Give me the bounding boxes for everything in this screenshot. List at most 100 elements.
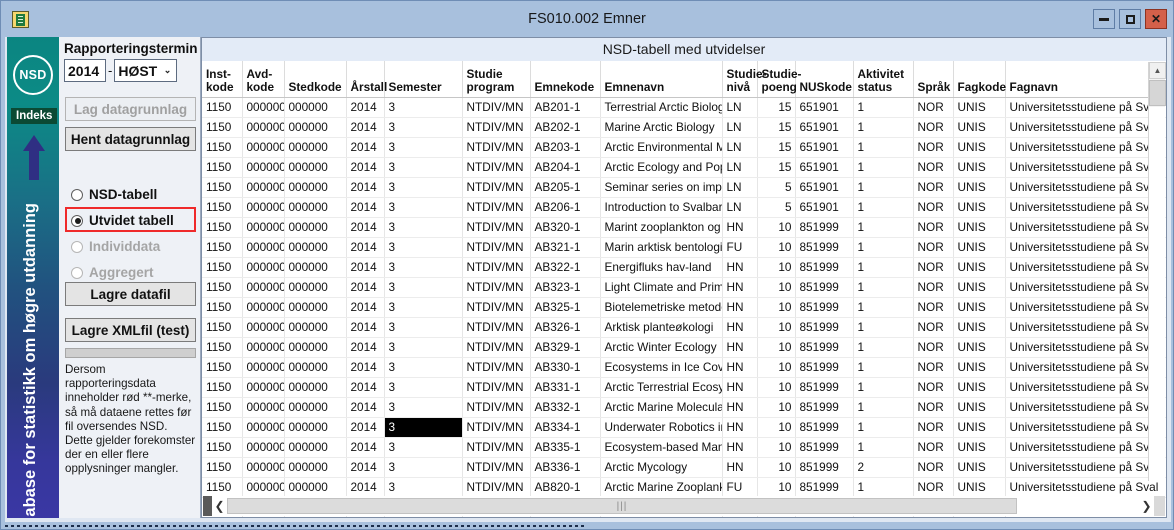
table-cell[interactable]: UNIS <box>953 457 1006 478</box>
table-cell[interactable]: 000000 <box>284 217 347 238</box>
table-cell[interactable]: AB206-1 <box>530 197 601 218</box>
table-cell[interactable]: 000000 <box>284 477 347 498</box>
table-cell[interactable]: 3 <box>384 137 463 158</box>
table-cell[interactable]: HN <box>722 457 758 478</box>
table-cell[interactable]: 2014 <box>346 237 385 258</box>
table-cell[interactable]: NTDIV/MN <box>462 277 531 298</box>
table-cell[interactable]: 000000 <box>284 237 347 258</box>
table-cell[interactable]: 000000 <box>284 157 347 178</box>
table-cell[interactable]: HN <box>722 217 758 238</box>
table-row[interactable]: 1150 000000 000000 2014 3 NTDIV/MN AB203-1 Arct… <box>202 137 1166 158</box>
column-header[interactable]: Årstall <box>346 61 387 98</box>
table-cell[interactable]: 2014 <box>346 217 385 238</box>
table-cell[interactable]: 000000 <box>242 477 285 498</box>
table-cell[interactable]: NTDIV/MN <box>462 257 531 278</box>
table-cell[interactable]: NOR <box>913 357 954 378</box>
column-header[interactable]: Aktivitet status <box>853 61 914 98</box>
column-header[interactable]: Studie- poeng <box>757 61 801 98</box>
table-cell[interactable]: 000000 <box>284 437 347 458</box>
table-cell[interactable]: 000000 <box>242 177 285 198</box>
table-cell[interactable]: Universitetsstudiene på Sval <box>1005 277 1166 298</box>
table-cell[interactable]: Marint zooplankton og isfau <box>600 217 723 238</box>
table-cell[interactable]: 851999 <box>795 437 854 458</box>
table-cell[interactable]: NTDIV/MN <box>462 317 531 338</box>
table-cell[interactable]: AB336-1 <box>530 457 601 478</box>
year-input[interactable] <box>64 59 106 82</box>
table-cell[interactable]: 000000 <box>284 177 347 198</box>
table-cell[interactable]: 2014 <box>346 257 385 278</box>
table-cell[interactable]: 3 <box>384 97 463 118</box>
table-cell[interactable]: 5 <box>757 177 796 198</box>
table-cell[interactable]: 10 <box>757 477 796 498</box>
horizontal-scrollbar[interactable]: ❮ ||| ❯ <box>203 496 1165 516</box>
table-cell[interactable]: 1 <box>853 117 914 138</box>
table-cell[interactable]: HN <box>722 277 758 298</box>
table-cell[interactable]: Ecosystems in Ice Covered <box>600 357 723 378</box>
table-cell[interactable]: Arctic Ecology and Populat <box>600 157 723 178</box>
radio-nsd-tabell[interactable]: NSD-tabell <box>71 187 157 202</box>
table-cell[interactable]: HN <box>722 297 758 318</box>
table-cell[interactable]: 1 <box>853 277 914 298</box>
table-cell[interactable]: 000000 <box>284 297 347 318</box>
table-cell[interactable]: AB326-1 <box>530 317 601 338</box>
table-cell[interactable]: HN <box>722 357 758 378</box>
scroll-up-icon[interactable]: ▲ <box>1149 62 1166 79</box>
table-cell[interactable]: 10 <box>757 337 796 358</box>
table-row[interactable]: 1150 000000 000000 2014 3 NTDIV/MN AB321-1 Mari… <box>202 237 1166 258</box>
table-cell[interactable]: UNIS <box>953 237 1006 258</box>
table-cell[interactable]: NTDIV/MN <box>462 97 531 118</box>
lagre-xmlfil-button[interactable]: Lagre XMLfil (test) <box>65 318 196 342</box>
table-cell[interactable]: Universitetsstudiene på Sval <box>1005 357 1166 378</box>
table-row[interactable]: 1150 000000 000000 2014 3 NTDIV/MN AB330-1 Ecos… <box>202 357 1166 378</box>
table-cell[interactable]: NOR <box>913 457 954 478</box>
table-cell[interactable]: NOR <box>913 297 954 318</box>
table-cell[interactable]: UNIS <box>953 217 1006 238</box>
table-cell[interactable]: 000000 <box>242 337 285 358</box>
table-cell[interactable]: 3 <box>384 337 463 358</box>
table-cell[interactable]: AB335-1 <box>530 437 601 458</box>
table-cell[interactable]: NTDIV/MN <box>462 357 531 378</box>
table-cell[interactable]: Marine Arctic Biology <box>600 117 723 138</box>
table-cell[interactable]: 000000 <box>284 337 347 358</box>
table-cell[interactable]: HN <box>722 337 758 358</box>
table-cell[interactable]: 1150 <box>202 477 243 498</box>
table-cell[interactable]: 651901 <box>795 157 854 178</box>
table-row[interactable]: 1150 000000 000000 2014 3 NTDIV/MN AB205-1 Semi… <box>202 177 1166 198</box>
table-cell[interactable]: 1 <box>853 377 914 398</box>
table-cell[interactable]: LN <box>722 177 758 198</box>
term-select[interactable]: HØST ⌄ <box>114 59 178 82</box>
table-cell[interactable]: NOR <box>913 337 954 358</box>
table-cell[interactable]: 1150 <box>202 137 243 158</box>
table-row[interactable]: 1150 000000 000000 2014 3 NTDIV/MN AB329-1 Arct… <box>202 337 1166 358</box>
table-cell[interactable]: Arctic Marine Molecular Ec <box>600 397 723 418</box>
table-cell[interactable]: AB203-1 <box>530 137 601 158</box>
table-cell[interactable]: NTDIV/MN <box>462 197 531 218</box>
table-cell[interactable]: 2014 <box>346 337 385 358</box>
table-cell[interactable]: 2014 <box>346 117 385 138</box>
maximize-button[interactable] <box>1119 9 1141 29</box>
table-cell[interactable]: NOR <box>913 217 954 238</box>
radio-utvidet-tabell[interactable]: Utvidet tabell <box>71 213 174 228</box>
table-cell[interactable]: NOR <box>913 317 954 338</box>
table-cell[interactable]: NOR <box>913 197 954 218</box>
table-cell[interactable]: 2014 <box>346 417 385 438</box>
table-cell[interactable]: 15 <box>757 117 796 138</box>
table-cell[interactable]: UNIS <box>953 277 1006 298</box>
table-row[interactable]: 1150 000000 000000 2014 3 NTDIV/MN AB325-1 Biot… <box>202 297 1166 318</box>
table-cell[interactable]: 2014 <box>346 437 385 458</box>
table-cell[interactable]: AB322-1 <box>530 257 601 278</box>
column-header[interactable]: Fagkode <box>953 61 1006 98</box>
table-cell[interactable]: 000000 <box>242 297 285 318</box>
table-cell[interactable]: 000000 <box>284 117 347 138</box>
table-cell[interactable]: 000000 <box>284 457 347 478</box>
table-cell[interactable]: 1150 <box>202 117 243 138</box>
table-cell[interactable]: 000000 <box>242 97 285 118</box>
table-cell[interactable]: FU <box>722 477 758 498</box>
table-cell[interactable]: 2014 <box>346 157 385 178</box>
indeks-badge[interactable]: Indeks <box>11 108 58 124</box>
table-cell[interactable]: Arctic Marine Zooplankton <box>600 477 723 498</box>
table-cell[interactable]: 1 <box>853 97 914 118</box>
table-cell[interactable]: Universitetsstudiene på Sval <box>1005 437 1166 458</box>
table-cell[interactable]: Universitetsstudiene på Sval <box>1005 477 1166 498</box>
table-cell[interactable]: 000000 <box>242 157 285 178</box>
